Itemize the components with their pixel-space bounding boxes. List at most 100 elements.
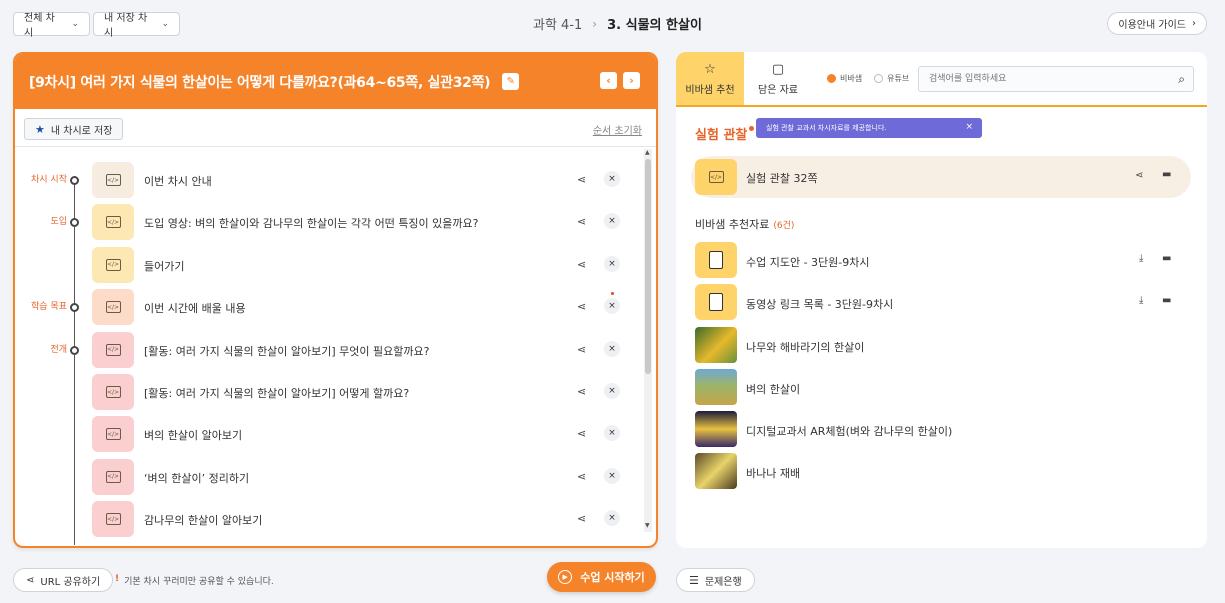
code-doc-icon: </>: [105, 174, 121, 186]
tab-saved-label: 담은 자료: [758, 84, 798, 96]
code-doc-icon: </>: [105, 428, 121, 441]
close-icon[interactable]: ×: [604, 255, 620, 272]
video-item[interactable]: 나무와 해바라기의 한살이: [695, 327, 1095, 365]
question-bank-button[interactable]: ☰ 문제은행: [676, 568, 755, 592]
close-icon[interactable]: ×: [604, 340, 620, 357]
all-lessons-dropdown[interactable]: 전체 차시 ⌄: [13, 12, 90, 39]
close-icon[interactable]: ×: [604, 298, 620, 315]
my-lessons-dropdown[interactable]: 내 저장 차시 ⌄: [93, 12, 180, 39]
search-box: ⌕: [918, 66, 1194, 92]
search-input[interactable]: [919, 67, 1159, 91]
save-folder-icon[interactable]: ▬: [1162, 295, 1171, 306]
source-radio-group: 비바샘 유튜브: [827, 73, 909, 84]
lesson-title: [9차시] 여러 가지 식물의 한살이는 어떻게 다를까요?(과64~65쪽, …: [29, 74, 491, 91]
tab-saved[interactable]: ▢ 담은 자료: [744, 52, 812, 105]
lesson-item[interactable]: </> ‘벼의 한살이’ 정리하기 ⋖ ×: [15, 456, 645, 498]
experiment-item[interactable]: </> 실험 관찰 32쪽 ⋖ ▬: [691, 156, 1191, 198]
close-icon[interactable]: ×: [604, 171, 620, 187]
guide-label: 이용안내 가이드: [1118, 20, 1186, 31]
prev-lesson-button[interactable]: ‹: [600, 72, 617, 89]
scrollbar[interactable]: ▲ ▼: [644, 149, 652, 532]
file-item[interactable]: 수업 지도안 - 3단원-9차시 ⤓ ▬: [695, 242, 1195, 280]
share-icon[interactable]: ⋖: [577, 300, 586, 313]
download-icon[interactable]: ⤓: [1139, 295, 1143, 306]
close-icon[interactable]: ×: [604, 510, 620, 527]
code-doc-icon: </>: [105, 301, 121, 314]
lesson-item[interactable]: 차시 시작 </> 이번 차시 안내 ⋖ ×: [15, 159, 645, 201]
radio-youtube[interactable]: [874, 74, 884, 83]
file-icon: [709, 293, 723, 311]
edit-icon[interactable]: ✎: [502, 73, 520, 90]
lesson-item[interactable]: </> 감나무의 한살이 알아보기 ⋖ ×: [15, 498, 645, 540]
close-icon[interactable]: ×: [604, 213, 620, 230]
lesson-item[interactable]: </> [활동: 여러 가지 식물의 한살이 알아보기] 어떻게 할까요? ⋖ ×: [15, 371, 645, 413]
file-thumb: [695, 284, 737, 320]
video-item[interactable]: 벼의 한살이: [695, 369, 1095, 407]
video-item-label: 디지털교과서 AR체험(벼와 감나무의 한살이): [746, 425, 953, 438]
lesson-item[interactable]: 도입 </> 도입 영상: 벼의 한살이와 감나무의 한살이는 각각 어떤 특징이 …: [15, 201, 645, 243]
url-share-label: URL 공유하기: [40, 576, 101, 588]
reset-order-link[interactable]: 순서 초기화: [593, 122, 642, 137]
share-icon[interactable]: ⋖: [577, 215, 586, 228]
item-thumb: </>: [92, 162, 134, 198]
lesson-item-label: ‘벼의 한살이’ 정리하기: [144, 471, 250, 485]
share-icon[interactable]: ⋖: [577, 470, 586, 483]
radio-vivasam[interactable]: [827, 74, 836, 83]
video-item[interactable]: 디지털교과서 AR체험(벼와 감나무의 한살이): [695, 411, 1095, 449]
my-lessons-label: 내 저장 차시: [104, 13, 148, 39]
lesson-header: [9차시] 여러 가지 식물의 한살이는 어떻게 다를까요?(과64~65쪽, …: [15, 54, 656, 109]
close-icon[interactable]: ×: [604, 425, 620, 442]
share-icon[interactable]: ⋖: [1135, 170, 1143, 181]
question-bank-icon: ☰: [689, 573, 699, 587]
lesson-item[interactable]: </> 들어가기 ⋖ ×: [15, 244, 645, 286]
share-icon[interactable]: ⋖: [577, 427, 586, 440]
save-folder-icon[interactable]: ▬: [1162, 253, 1171, 264]
chevron-down-icon: ⌄: [71, 19, 79, 29]
save-folder-icon[interactable]: ▬: [1162, 169, 1171, 180]
guide-button[interactable]: 이용안내 가이드 ›: [1107, 12, 1207, 35]
recommend-title: 비바샘 추천자료 (6건): [695, 216, 794, 232]
share-icon[interactable]: ⋖: [577, 512, 586, 525]
close-icon[interactable]: ×: [965, 122, 973, 132]
share-icon[interactable]: ⋖: [577, 343, 586, 356]
url-share-button[interactable]: ⋖ URL 공유하기: [13, 568, 114, 592]
video-item[interactable]: 바나나 재배: [695, 453, 1095, 491]
close-icon[interactable]: ×: [604, 467, 620, 484]
lesson-item[interactable]: 전개 </> [활동: 여러 가지 식물의 한살이 알아보기] 무엇이 필요할까요?…: [15, 329, 645, 371]
scroll-up-arrow[interactable]: ▲: [645, 149, 650, 156]
lesson-item-label: 도입 영상: 벼의 한살이와 감나무의 한살이는 각각 어떤 특징이 있을까요?: [144, 217, 479, 231]
stage-label: 도입: [50, 217, 67, 228]
next-lesson-button[interactable]: ›: [623, 72, 640, 89]
file-item-label: 동영상 링크 목록 - 3단원-9차시: [746, 298, 894, 311]
lesson-item[interactable]: </> 벼의 한살이 알아보기 ⋖ ×: [15, 413, 645, 455]
search-icon[interactable]: ⌕: [1178, 72, 1185, 87]
warning-icon: !: [115, 574, 120, 584]
file-item[interactable]: 동영상 링크 목록 - 3단원-9차시 ⤓ ▬: [695, 284, 1195, 322]
start-class-button[interactable]: ▶ 수업 시작하기: [547, 562, 656, 592]
lesson-item-label: 이번 차시 안내: [144, 175, 212, 188]
tab-recommend[interactable]: ☆ 비바샘 추천: [676, 52, 744, 105]
experiment-tooltip: 실험 관찰 교과서 차시자료를 제공합니다. ×: [756, 118, 982, 138]
share-icon[interactable]: ⋖: [577, 173, 586, 186]
share-icon[interactable]: ⋖: [577, 385, 586, 398]
share-icon[interactable]: ⋖: [577, 258, 586, 271]
video-item-label: 나무와 해바라기의 한살이: [746, 341, 865, 354]
item-thumb: </>: [92, 289, 134, 326]
breadcrumb: 과학 4-1 › 3. 식물의 한살이: [533, 14, 702, 34]
breadcrumb-subject[interactable]: 과학 4-1: [533, 14, 582, 33]
scroll-thumb[interactable]: [645, 159, 651, 374]
lesson-item-label: [활동: 여러 가지 식물의 한살이 알아보기] 어떻게 할까요?: [144, 387, 410, 400]
stage-label: 차시 시작: [31, 175, 67, 185]
star-icon: ★: [35, 122, 45, 136]
lesson-nav: ‹ ›: [600, 72, 640, 89]
lesson-item[interactable]: 학습 목표 </> 이번 시간에 배울 내용 ⋖ ×: [15, 286, 645, 328]
breadcrumb-unit: 3. 식물의 한살이: [607, 18, 702, 33]
code-doc-icon: </>: [105, 343, 121, 356]
stage-label: 학습 목표: [31, 302, 67, 313]
scroll-down-arrow[interactable]: ▼: [645, 522, 650, 529]
save-lesson-button[interactable]: ★ 내 차시로 저장: [24, 118, 124, 140]
close-icon[interactable]: ×: [604, 383, 620, 399]
file-icon: [709, 251, 723, 269]
code-doc-icon: </>: [105, 258, 121, 271]
download-icon[interactable]: ⤓: [1139, 253, 1143, 264]
